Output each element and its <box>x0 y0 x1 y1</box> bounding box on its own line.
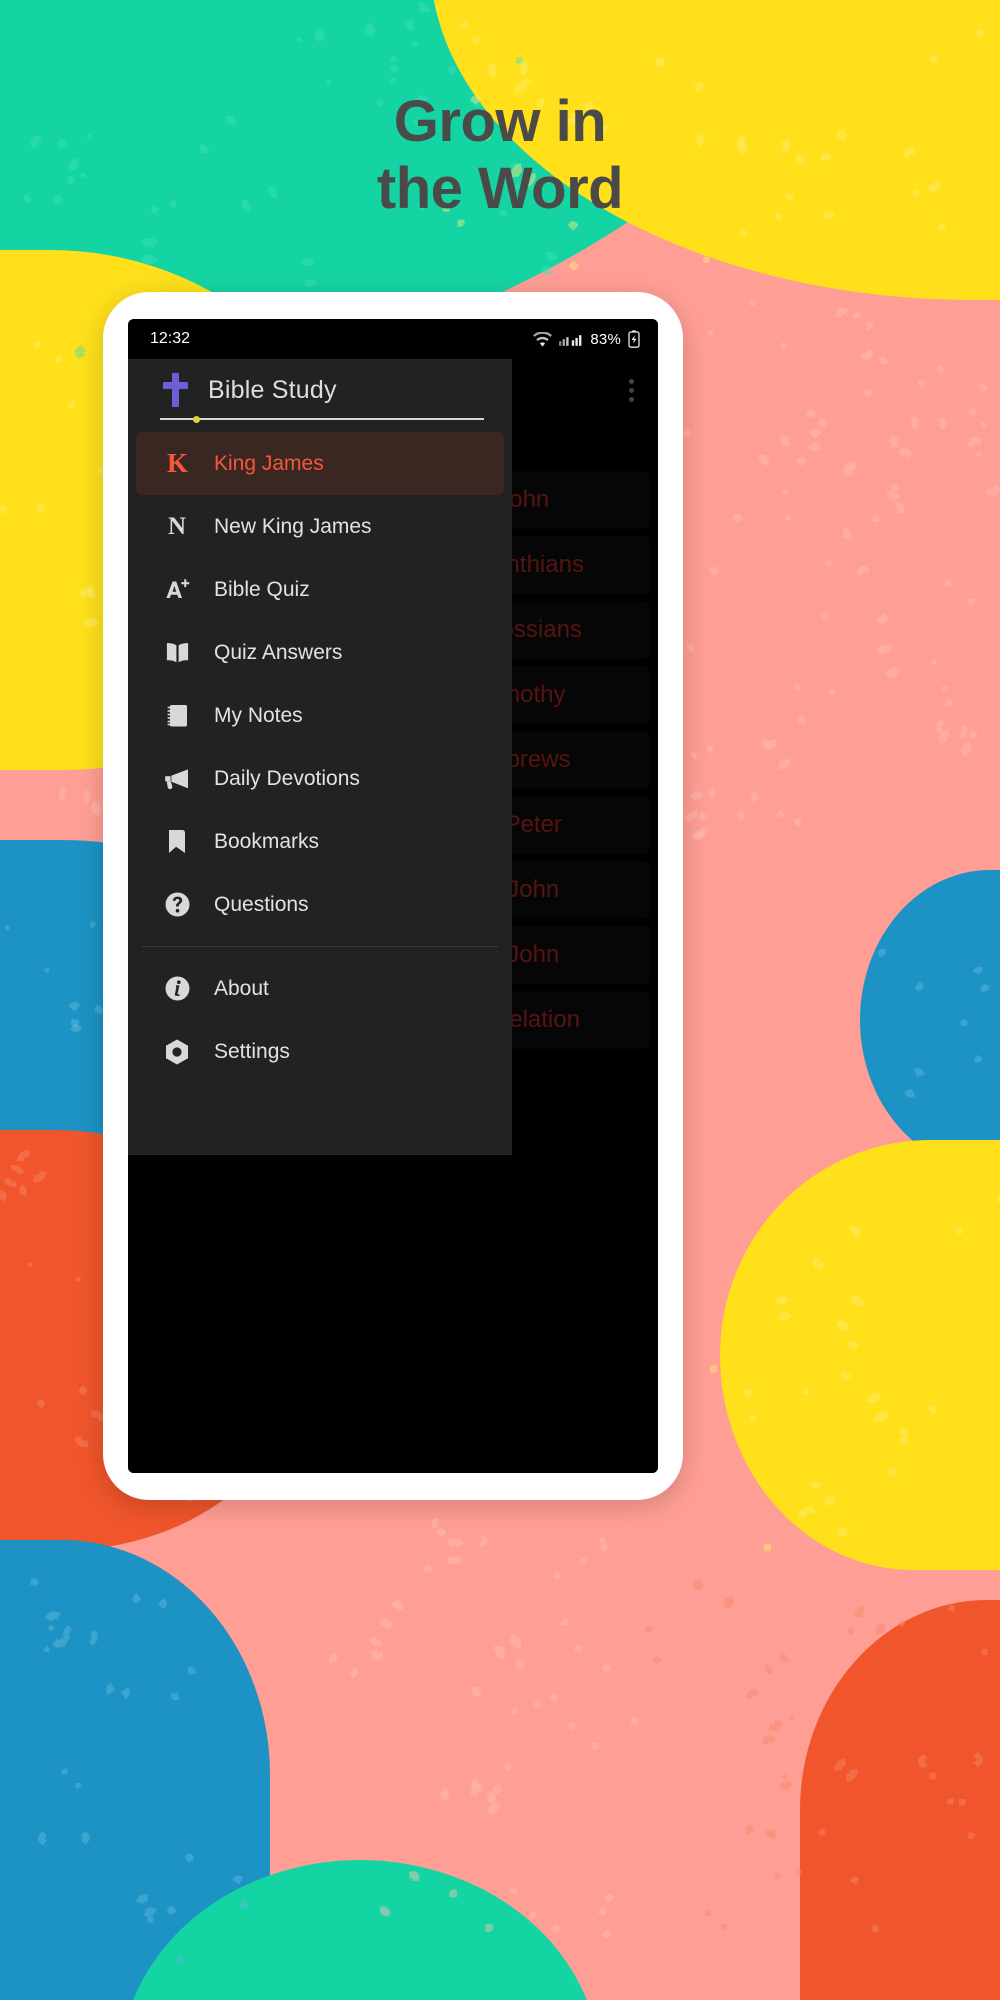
drawer-section-divider <box>142 946 498 947</box>
status-bar-indicators: 83% <box>533 330 640 348</box>
drawer-item-about[interactable]: About <box>136 957 504 1020</box>
drawer-header: Bible Study <box>128 359 512 423</box>
drawer-footer-menu: About Settings <box>128 957 512 1083</box>
drawer-item-bookmarks[interactable]: Bookmarks <box>136 810 504 873</box>
drawer-item-daily-devotions[interactable]: Daily Devotions <box>136 747 504 810</box>
question-circle-icon <box>162 890 192 920</box>
king-james-k-icon: K <box>166 448 188 478</box>
notepad-icon <box>162 701 192 731</box>
a-plus-grade-icon <box>162 575 192 605</box>
drawer-item-settings[interactable]: Settings <box>136 1020 504 1083</box>
bg-shape-yellow-right <box>720 1140 1000 1570</box>
bg-shape-orange-right <box>800 1600 1000 2000</box>
drawer-menu: K King James N New King James Bible Quiz Quiz… <box>128 432 512 936</box>
bg-shape-blue-right <box>860 870 1000 1170</box>
drawer-header-dot <box>193 416 200 423</box>
phone-mockup: 12:32 83% Bible Study K King James N New… <box>103 292 683 1500</box>
drawer-item-label: New King James <box>214 514 372 538</box>
cellular-signal-icon <box>559 332 583 347</box>
phone-screen: 12:32 83% Bible Study K King James N New… <box>128 319 658 1473</box>
drawer-item-quiz-answers[interactable]: Quiz Answers <box>136 621 504 684</box>
cross-icon <box>162 373 188 407</box>
battery-charging-icon <box>628 330 640 348</box>
wifi-icon <box>533 331 553 347</box>
drawer-item-label: King James <box>214 451 324 475</box>
drawer-item-label: Settings <box>214 1039 290 1063</box>
drawer-item-questions[interactable]: Questions <box>136 873 504 936</box>
drawer-item-label: Quiz Answers <box>214 640 343 664</box>
status-bar-time: 12:32 <box>150 330 191 347</box>
drawer-bottom-edge <box>128 1154 512 1155</box>
open-book-icon <box>162 638 192 668</box>
gear-nut-icon <box>162 1037 192 1067</box>
drawer-item-label: Daily Devotions <box>214 766 360 790</box>
drawer-item-label: My Notes <box>214 703 303 727</box>
new-king-james-n-icon: N <box>167 513 187 540</box>
drawer-item-king-james[interactable]: K King James <box>136 432 504 495</box>
drawer-item-my-notes[interactable]: My Notes <box>136 684 504 747</box>
promo-stage: Grow in the Word 12:32 83% Bible Study K… <box>0 0 1000 2000</box>
navigation-drawer: Bible Study K King James N New King James Bi… <box>128 359 512 1155</box>
battery-percent-label: 83% <box>590 330 621 348</box>
promo-headline: Grow in the Word <box>376 89 624 222</box>
status-bar: 12:32 83% <box>128 319 658 359</box>
bookmark-icon <box>162 827 192 857</box>
drawer-item-label: Bookmarks <box>214 829 320 853</box>
megaphone-icon <box>162 764 192 794</box>
drawer-item-label: Questions <box>214 892 309 916</box>
drawer-item-new-king-james[interactable]: N New King James <box>136 495 504 558</box>
drawer-title: Bible Study <box>208 375 337 404</box>
drawer-header-divider <box>160 416 484 423</box>
drawer-item-bible-quiz[interactable]: Bible Quiz <box>136 558 504 621</box>
info-circle-icon <box>162 974 192 1004</box>
drawer-item-label: About <box>214 976 269 1000</box>
drawer-item-label: Bible Quiz <box>214 577 310 601</box>
